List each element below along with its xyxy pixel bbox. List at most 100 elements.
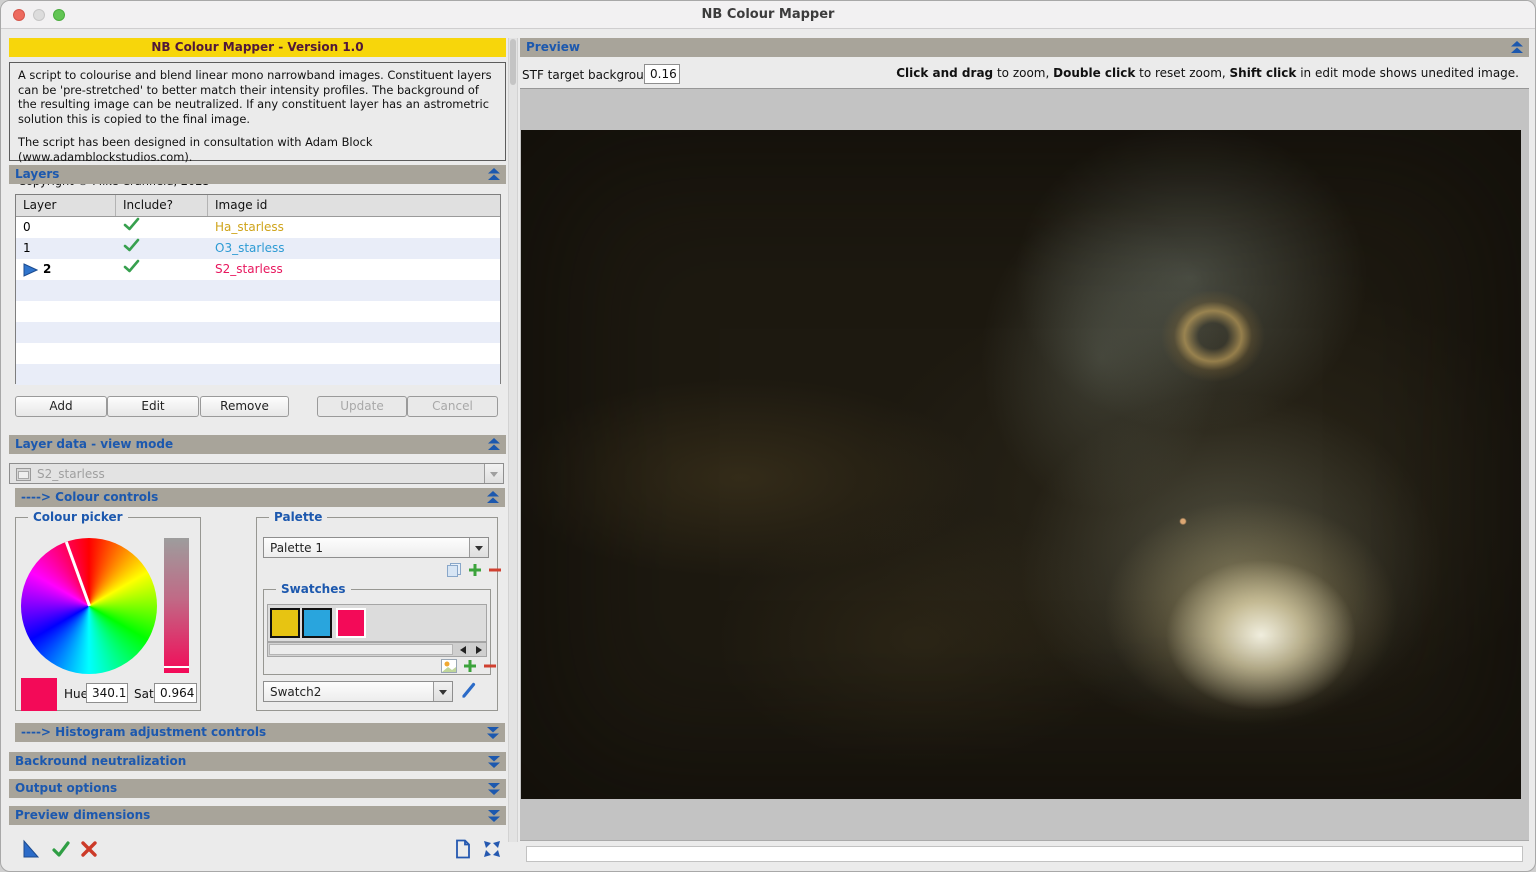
- view-selector-value: S2_starless: [37, 467, 105, 481]
- reset-icon[interactable]: [482, 839, 502, 859]
- palette-dropdown[interactable]: Palette 1: [263, 537, 489, 558]
- image-id: S2_starless: [208, 259, 500, 280]
- table-row[interactable]: 1 O3_starless: [16, 238, 500, 259]
- image-id: O3_starless: [208, 238, 500, 259]
- table-row-selected[interactable]: 2 S2_starless: [16, 259, 500, 280]
- hint-bold: Double click: [1053, 66, 1135, 80]
- section-colour-controls-label: ----> Colour controls: [21, 490, 158, 504]
- collapse-icon[interactable]: [487, 168, 501, 181]
- included-check-icon: [123, 259, 208, 273]
- remove-swatch-icon[interactable]: [483, 659, 497, 673]
- hue-input[interactable]: [86, 683, 128, 703]
- layer-number: 1: [23, 238, 31, 259]
- title-bar: NB Colour Mapper: [1, 1, 1535, 29]
- scrollbar-track[interactable]: [269, 644, 453, 655]
- section-layers-label: Layers: [15, 167, 59, 181]
- new-instance-icon[interactable]: [21, 839, 41, 859]
- view-selector-dropdown: S2_starless: [9, 463, 504, 484]
- edit-button[interactable]: Edit: [107, 396, 199, 417]
- hint-bold: Shift click: [1230, 66, 1297, 80]
- edit-swatch-pencil-icon[interactable]: [460, 681, 478, 699]
- swatch-item[interactable]: [302, 608, 332, 638]
- swatch-from-image-icon[interactable]: [441, 659, 457, 673]
- cancel-cross-icon[interactable]: [79, 839, 99, 859]
- layers-table: Layer Include? Image id 0 Ha_starless 1 …: [15, 194, 501, 384]
- section-layer-data-label: Layer data - view mode: [15, 437, 173, 451]
- copy-palette-icon[interactable]: [446, 562, 462, 578]
- swatch-item[interactable]: [270, 608, 300, 638]
- expand-icon[interactable]: [487, 782, 501, 795]
- table-row[interactable]: 0 Ha_starless: [16, 217, 500, 238]
- expand-icon[interactable]: [487, 755, 501, 768]
- preview-viewport[interactable]: [520, 88, 1529, 841]
- cancel-button: Cancel: [407, 396, 498, 417]
- collapse-icon[interactable]: [487, 438, 501, 451]
- hint-text: in edit mode shows unedited image.: [1296, 66, 1519, 80]
- dialog-window: NB Colour Mapper NB Colour Mapper - Vers…: [0, 0, 1536, 872]
- hint-bold: Click and drag: [896, 66, 993, 80]
- section-preview-dimensions[interactable]: Preview dimensions: [9, 806, 506, 825]
- table-row-empty: [16, 322, 500, 343]
- image-id: Ha_starless: [208, 217, 500, 238]
- scroll-right-button[interactable]: [470, 643, 486, 656]
- preview-nebula-image[interactable]: [521, 130, 1521, 799]
- hint-text: to zoom,: [993, 66, 1053, 80]
- scrollbar-thumb[interactable]: [510, 39, 516, 85]
- layers-table-header: Layer Include? Image id: [16, 195, 500, 217]
- section-layer-data[interactable]: Layer data - view mode: [9, 435, 506, 454]
- table-row-empty: [16, 280, 500, 301]
- remove-button[interactable]: Remove: [200, 396, 289, 417]
- section-preview[interactable]: Preview: [520, 38, 1529, 57]
- section-preview-label: Preview: [526, 40, 580, 54]
- current-colour-swatch: [21, 678, 57, 711]
- stf-target-background-input[interactable]: [644, 64, 680, 84]
- add-swatch-icon[interactable]: [463, 659, 477, 673]
- sat-input[interactable]: [154, 683, 197, 703]
- section-output-options[interactable]: Output options: [9, 779, 506, 798]
- included-check-icon: [123, 217, 208, 231]
- execute-check-icon[interactable]: [51, 839, 71, 859]
- window-title: NB Colour Mapper: [1, 7, 1535, 22]
- swatch-item-selected[interactable]: [336, 608, 366, 638]
- expand-icon[interactable]: [486, 726, 500, 739]
- dropdown-arrow: [433, 682, 452, 701]
- swatch-strip: [267, 604, 487, 642]
- swatch-dropdown[interactable]: Swatch2: [263, 681, 453, 702]
- section-output-options-label: Output options: [15, 781, 117, 795]
- add-button[interactable]: Add: [15, 396, 107, 417]
- collapse-icon[interactable]: [486, 491, 500, 504]
- layer-number: 2: [43, 259, 51, 280]
- remove-palette-icon[interactable]: [488, 563, 502, 577]
- section-histogram[interactable]: ----> Histogram adjustment controls: [15, 723, 505, 742]
- active-row-play-icon: [23, 263, 38, 277]
- hint-text: to reset zoom,: [1135, 66, 1229, 80]
- section-preview-dimensions-label: Preview dimensions: [15, 808, 150, 822]
- collapse-icon[interactable]: [1510, 41, 1524, 54]
- saturation-bar[interactable]: [164, 538, 189, 673]
- column-header-include: Include?: [116, 195, 208, 216]
- swatches-legend: Swatches: [276, 582, 351, 596]
- hue-wheel[interactable]: [21, 538, 157, 674]
- table-row-empty: [16, 343, 500, 364]
- dropdown-arrow: [469, 538, 488, 557]
- documentation-icon[interactable]: [454, 839, 474, 859]
- image-window-icon: [16, 468, 31, 481]
- panel-scrollbar[interactable]: [508, 38, 518, 842]
- section-colour-controls[interactable]: ----> Colour controls: [15, 488, 505, 507]
- expand-icon[interactable]: [487, 809, 501, 822]
- preview-bottom-bar: [526, 846, 1523, 862]
- palette-dropdown-value: Palette 1: [270, 541, 323, 555]
- scroll-left-button[interactable]: [453, 643, 469, 656]
- description-paragraph: A script to colourise and blend linear m…: [18, 68, 497, 126]
- script-title-banner: NB Colour Mapper - Version 1.0: [9, 38, 506, 57]
- preview-hint-text: Click and drag to zoom, Double click to …: [896, 66, 1519, 80]
- update-button: Update: [317, 396, 407, 417]
- add-palette-icon[interactable]: [468, 563, 482, 577]
- column-header-layer: Layer: [16, 195, 116, 216]
- section-background-neutralization-label: Backround neutralization: [15, 754, 186, 768]
- column-header-image-id: Image id: [208, 195, 500, 216]
- swatch-scrollbar[interactable]: [267, 642, 487, 657]
- table-row-empty: [16, 364, 500, 385]
- section-background-neutralization[interactable]: Backround neutralization: [9, 752, 506, 771]
- section-layers[interactable]: Layers: [9, 165, 506, 184]
